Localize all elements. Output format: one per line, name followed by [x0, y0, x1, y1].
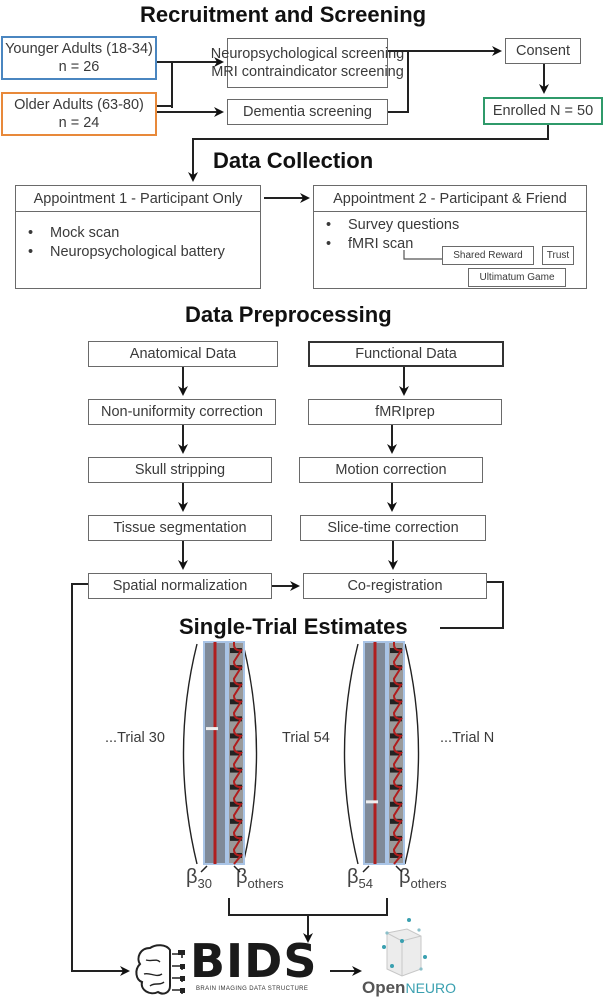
connector-spatial-bids — [71, 583, 130, 976]
bids-logo-subtitle: BRAIN IMAGING DATA STRUCTURE — [196, 986, 309, 992]
connector-coreg-single-trial — [440, 581, 504, 629]
bracket-right-54 — [404, 643, 420, 865]
bracket-left-54 — [343, 643, 359, 865]
diagram-connectors — [71, 46, 549, 995]
design-matrix-trial-30 — [203, 641, 245, 865]
connector-betas-bids — [228, 898, 388, 916]
design-matrix-trial-54 — [363, 641, 405, 865]
connector-dementia — [388, 51, 409, 113]
connector-younger — [157, 61, 173, 108]
fmri-task-bracket — [403, 250, 442, 260]
bracket-left-30 — [182, 643, 198, 865]
bids-logo-text: BIDS — [190, 934, 318, 988]
bids-brain-icon — [135, 944, 185, 995]
openneuro-neuro: NEURO — [405, 980, 457, 996]
arrow-enrolled-collection — [188, 125, 549, 182]
bracket-right-30 — [242, 643, 258, 865]
openneuro-open: Open — [362, 978, 406, 997]
openneuro-cube-icon — [382, 918, 427, 977]
openneuro-logo-text: OpenNEURO — [362, 978, 456, 998]
